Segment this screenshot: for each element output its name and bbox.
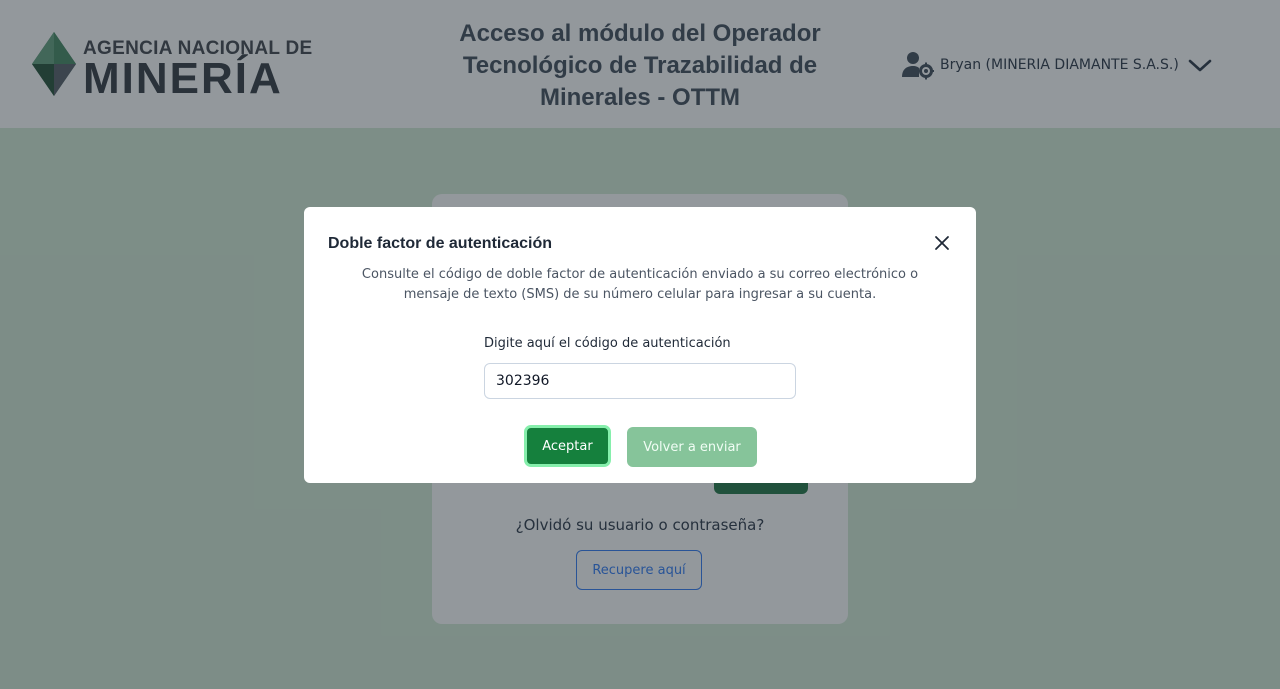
code-field-label: Digite aquí el código de autenticación [484, 336, 731, 351]
auth-code-input[interactable] [484, 363, 796, 399]
modal-description: Consulte el código de doble factor de au… [361, 267, 919, 302]
resend-button[interactable]: Volver a enviar [627, 427, 757, 467]
close-icon[interactable] [932, 233, 952, 253]
modal-title: Doble factor de autenticación [328, 235, 553, 252]
accept-button[interactable]: Aceptar [524, 425, 611, 467]
two-factor-modal: Doble factor de autenticación Consulte e… [304, 207, 976, 483]
page: AGENCIA NACIONAL DE MINERÍA Acceso al mó… [0, 0, 1280, 689]
